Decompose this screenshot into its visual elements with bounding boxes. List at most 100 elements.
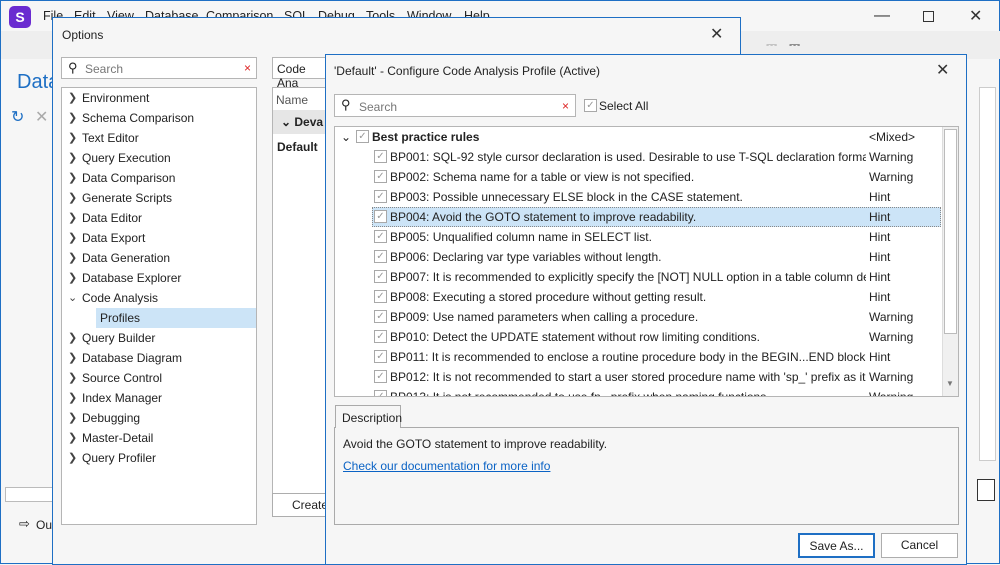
rule-row[interactable]: ✓ BP005: Unqualified column name in SELEC… (335, 227, 941, 247)
rule-row[interactable]: ✓ BP002: Schema name for a table or view … (335, 167, 941, 187)
rule-severity[interactable]: Hint (869, 267, 890, 287)
connect-icon[interactable]: ⎓ (766, 36, 777, 53)
save-as-button[interactable]: Save As... (798, 533, 875, 558)
rule-severity[interactable]: Warning (869, 307, 913, 327)
horizontal-scrollbar[interactable] (5, 487, 53, 502)
rule-group-row[interactable]: ⌄ ✓ Best practice rules <Mixed> (335, 127, 941, 147)
rule-severity[interactable]: Warning (869, 147, 913, 167)
description-tab[interactable]: Description (335, 405, 402, 428)
chevron-down-icon[interactable]: ⌄ (68, 288, 77, 308)
group-severity[interactable]: <Mixed> (869, 127, 915, 147)
tree-item[interactable]: ❯ Data Export (62, 228, 255, 248)
chevron-right-icon[interactable]: ❯ (68, 88, 77, 108)
rule-row[interactable]: ✓ BP004: Avoid the GOTO statement to impr… (372, 207, 941, 227)
chevron-right-icon[interactable]: ❯ (68, 328, 77, 348)
rule-severity[interactable]: Hint (869, 287, 890, 307)
tree-item[interactable]: ❯ Source Control (62, 368, 255, 388)
tree-item[interactable]: ❯ Data Editor (62, 208, 255, 228)
rule-row[interactable]: ✓ BP009: Use named parameters when callin… (335, 307, 941, 327)
grid-row-default[interactable]: Default (277, 140, 318, 154)
category-combo[interactable]: Code Ana (272, 57, 332, 90)
scrollbar-thumb[interactable] (944, 129, 957, 334)
chevron-right-icon[interactable]: ❯ (68, 248, 77, 268)
rule-row[interactable]: ✓ BP013: It is not recommended to use fn_… (335, 387, 941, 396)
maximize-icon[interactable] (923, 11, 934, 22)
chevron-right-icon[interactable]: ❯ (68, 368, 77, 388)
rule-row[interactable]: ✓ BP006: Declaring var type variables wit… (335, 247, 941, 267)
rule-severity[interactable]: Hint (869, 187, 890, 207)
rule-checkbox[interactable]: ✓ (374, 150, 387, 163)
rule-severity[interactable]: Hint (869, 227, 890, 247)
rule-row[interactable]: ✓ BP003: Possible unnecessary ELSE block … (335, 187, 941, 207)
rule-checkbox[interactable]: ✓ (374, 190, 387, 203)
chevron-right-icon[interactable]: ❯ (68, 428, 77, 448)
rules-scrollbar[interactable]: ▼ (942, 127, 958, 396)
tree-item[interactable]: ❯ Debugging (62, 408, 255, 428)
cancel-button[interactable]: Cancel (881, 533, 958, 558)
delete-icon[interactable]: ✕ (35, 107, 48, 127)
select-all-checkbox[interactable]: ✓ (584, 99, 597, 112)
tree-item[interactable]: ❯ Query Execution (62, 148, 255, 168)
documentation-link[interactable]: Check our documentation for more info (343, 459, 550, 473)
tree-item[interactable]: ❯ Data Comparison (62, 168, 255, 188)
rule-row[interactable]: ✓ BP011: It is recommended to enclose a r… (335, 347, 941, 367)
select-all-label[interactable]: Select All (599, 99, 648, 113)
chevron-right-icon[interactable]: ❯ (68, 128, 77, 148)
clear-search-icon[interactable]: × (562, 99, 569, 113)
rule-checkbox[interactable]: ✓ (374, 210, 387, 223)
rule-checkbox[interactable]: ✓ (374, 270, 387, 283)
rule-severity[interactable]: Warning (869, 367, 913, 387)
chevron-right-icon[interactable]: ❯ (68, 108, 77, 128)
tree-item[interactable]: ❯ Query Profiler (62, 448, 255, 468)
tree-item[interactable]: ❯ Index Manager (62, 388, 255, 408)
options-close-icon[interactable]: ✕ (710, 24, 723, 44)
rule-checkbox[interactable]: ✓ (374, 330, 387, 343)
chevron-down-icon[interactable]: ⌄ (341, 127, 351, 147)
refresh-icon[interactable]: ↻ (11, 107, 24, 127)
rule-checkbox[interactable]: ✓ (374, 170, 387, 183)
tree-item[interactable]: ❯ Master-Detail (62, 428, 255, 448)
minimize-icon[interactable]: — (874, 7, 890, 25)
rule-severity[interactable]: Warning (869, 167, 913, 187)
disconnect-icon[interactable]: ⎓ (789, 36, 800, 53)
rule-severity[interactable]: Warning (869, 387, 913, 396)
rule-checkbox[interactable]: ✓ (374, 350, 387, 363)
options-search-input[interactable]: ⚲ Search × (61, 57, 257, 79)
chevron-right-icon[interactable]: ❯ (68, 208, 77, 228)
chevron-right-icon[interactable]: ❯ (68, 168, 77, 188)
rule-checkbox[interactable]: ✓ (374, 250, 387, 263)
chevron-right-icon[interactable]: ❯ (68, 448, 77, 468)
rule-row[interactable]: ✓ BP001: SQL-92 style cursor declaration … (335, 147, 941, 167)
rule-checkbox[interactable]: ✓ (374, 370, 387, 383)
tree-item[interactable]: ❯ Database Explorer (62, 268, 255, 288)
rule-row[interactable]: ✓ BP008: Executing a stored procedure wit… (335, 287, 941, 307)
tree-item[interactable]: ❯ Environment (62, 88, 255, 108)
rules-search-input[interactable]: ⚲ Search × (334, 94, 576, 117)
square-button[interactable] (977, 479, 995, 501)
rule-severity[interactable]: Hint (869, 207, 890, 227)
group-checkbox[interactable]: ✓ (356, 130, 369, 143)
chevron-right-icon[interactable]: ❯ (68, 148, 77, 168)
rule-row[interactable]: ✓ BP012: It is not recommended to start a… (335, 367, 941, 387)
clear-search-icon[interactable]: × (244, 61, 251, 75)
chevron-right-icon[interactable]: ❯ (68, 408, 77, 428)
chevron-right-icon[interactable]: ❯ (68, 268, 77, 288)
scroll-down-icon[interactable]: ▼ (946, 379, 954, 388)
profile-close-icon[interactable]: ✕ (936, 60, 949, 80)
tree-item[interactable]: ❯ Query Builder (62, 328, 255, 348)
chevron-right-icon[interactable]: ❯ (68, 348, 77, 368)
right-scrollbar[interactable] (979, 87, 996, 461)
tree-item[interactable]: ❯ Schema Comparison (62, 108, 255, 128)
tree-item[interactable]: ❯ Database Diagram (62, 348, 255, 368)
output-icon[interactable]: ⇨ (19, 516, 30, 532)
chevron-right-icon[interactable]: ❯ (68, 228, 77, 248)
rule-severity[interactable]: Warning (869, 327, 913, 347)
create-button[interactable]: Create (272, 493, 332, 517)
rule-severity[interactable]: Hint (869, 247, 890, 267)
rule-checkbox[interactable]: ✓ (374, 290, 387, 303)
tree-item[interactable]: ❯ Generate Scripts (62, 188, 255, 208)
rule-row[interactable]: ✓ BP010: Detect the UPDATE statement with… (335, 327, 941, 347)
tree-item[interactable]: Profiles (96, 308, 256, 328)
rule-checkbox[interactable]: ✓ (374, 310, 387, 323)
close-icon[interactable]: ✕ (969, 6, 982, 26)
